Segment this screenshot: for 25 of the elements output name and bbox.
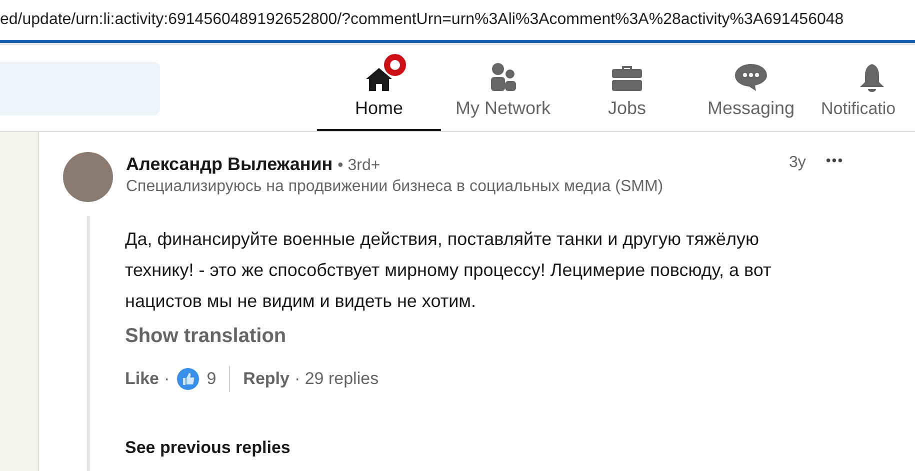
author-name[interactable]: Александр Вылежанин: [126, 154, 333, 175]
nav-tab[interactable]: My Network: [441, 45, 565, 131]
timestamp: 3y: [789, 154, 806, 172]
nav-tab[interactable]: Jobs: [565, 45, 689, 131]
avatar[interactable]: [63, 152, 113, 202]
reply-button[interactable]: Reply: [243, 369, 290, 389]
reaction-count[interactable]: 9: [206, 369, 216, 389]
thumbs-up-icon: [176, 368, 199, 390]
house-icon: [364, 66, 394, 92]
nav-tab[interactable]: Notificatio: [813, 45, 913, 131]
people-icon: [488, 62, 518, 92]
nav-tab[interactable]: Messaging: [689, 45, 813, 131]
address-bar[interactable]: ed/update/urn:li:activity:6914560489192652800/?commentUrn=urn%3Ali%3Acomment%3A%28activity%3A691456048: [0, 0, 915, 43]
comment-text: Да, финансируйте военные действия, поставляйте танки и другую тяжёлую технику! - это же способствует мирному процессу! Лецимерие повсюду, а вот нацистов мы не видим и видеть не хотим.: [125, 228, 772, 313]
more-options-button[interactable]: •••: [826, 152, 844, 168]
see-previous-replies-button[interactable]: See previous replies: [125, 438, 290, 458]
briefcase-icon: [611, 64, 643, 92]
chat-bubble-icon: [734, 62, 768, 92]
author-headline: Специализируюсь на продвижении бизнеса в социальных медиа (SMM): [126, 178, 664, 196]
show-translation-button[interactable]: Show translation: [125, 325, 286, 348]
replies-count[interactable]: · 29 replies: [294, 369, 379, 389]
separator-dot: ·: [164, 369, 170, 389]
connection-degree: • 3rd+: [338, 157, 380, 175]
like-button[interactable]: Like: [125, 369, 160, 389]
url-text: ed/update/urn:li:activity:6914560489192652800/?commentUrn=urn%3Ali%3Acomment%3A%28activity%3A691456048: [0, 11, 844, 29]
